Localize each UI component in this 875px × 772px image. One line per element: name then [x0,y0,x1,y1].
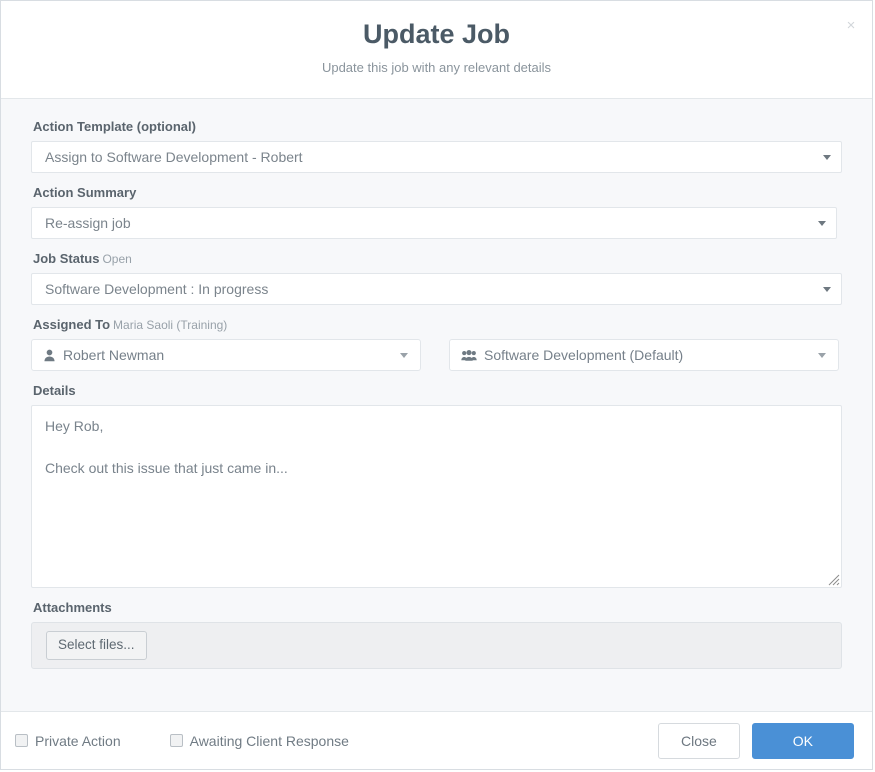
action-summary-label: Action Summary [33,185,137,200]
assigned-team-value: Software Development (Default) [484,347,684,363]
private-action-checkbox[interactable]: Private Action [15,733,121,749]
job-status-value: Software Development : In progress [45,281,269,297]
details-textarea[interactable]: Hey Rob, Check out this issue that just … [31,405,842,588]
job-status-sub-label: Open [102,252,132,266]
footer-checkbox-group: Private Action Awaiting Client Response [15,733,658,749]
attachments-group: Attachments Select files... [31,600,842,669]
users-group-icon [461,349,477,362]
action-template-value: Assign to Software Development - Robert [45,149,303,165]
update-job-dialog: Update Job Update this job with any rele… [0,0,873,770]
action-summary-group: Action Summary Re-assign job [31,185,842,239]
action-summary-value: Re-assign job [45,215,131,231]
page-title: Update Job [362,19,510,49]
job-status-select[interactable]: Software Development : In progress [31,273,842,305]
assigned-to-sub-label: Maria Saoli (Training) [113,318,228,332]
job-status-select-control[interactable]: Software Development : In progress [31,273,842,305]
user-icon [43,349,56,362]
attachments-dropzone[interactable]: Select files... [31,622,842,669]
details-wrapper: Hey Rob, Check out this issue that just … [31,405,842,588]
dialog-header: Update Job Update this job with any rele… [1,1,872,99]
assigned-to-label-text: Assigned To [33,317,111,332]
action-template-group: Action Template (optional) Assign to Sof… [31,119,842,173]
assigned-team-col: Software Development (Default) [449,339,839,371]
awaiting-client-response-checkbox[interactable]: Awaiting Client Response [169,732,349,749]
private-action-label: Private Action [35,732,121,749]
close-button[interactable]: Close [657,722,740,759]
chevron-down-icon [818,353,826,358]
awaiting-client-response-checkbox-box[interactable] [169,734,183,747]
job-status-label-text: Job Status [33,251,100,266]
ok-button[interactable]: OK [751,722,854,759]
action-template-select[interactable]: Assign to Software Development - Robert [31,141,842,173]
assigned-user-col: Robert Newman [31,339,421,371]
action-template-label: Action Template (optional) [33,119,196,134]
assigned-user-value: Robert Newman [63,347,165,363]
dialog-footer: Private Action Awaiting Client Response … [1,711,872,769]
assigned-to-group: Assigned To Maria Saoli (Training) Robert… [31,317,842,371]
action-summary-select-control[interactable]: Re-assign job [31,207,837,239]
chevron-down-icon [400,353,408,358]
awaiting-client-response-label: Awaiting Client Response [189,732,349,749]
job-status-label: Job Status Open [33,251,842,267]
private-action-checkbox-box[interactable] [15,734,28,747]
details-group: Details Hey Rob, Check out this issue th… [31,383,842,588]
select-files-button[interactable]: Select files... [46,631,147,660]
job-status-group: Job Status Open Software Development : In… [31,251,842,305]
dialog-body: Action Template (optional) Assign to Sof… [1,99,872,711]
assigned-to-label: Assigned To Maria Saoli (Training) [33,317,842,333]
close-icon[interactable]: × [838,14,864,38]
footer-button-group: Close OK [657,722,854,759]
assigned-user-dropdown[interactable]: Robert Newman [31,339,421,371]
dialog-subtitle: Update this job with any relevant detail… [321,60,552,75]
details-label: Details [33,383,76,398]
action-summary-select[interactable]: Re-assign job [31,207,837,239]
attachments-label: Attachments [33,600,112,615]
action-template-select-control[interactable]: Assign to Software Development - Robert [31,141,842,173]
assigned-team-dropdown[interactable]: Software Development (Default) [449,339,839,371]
assigned-to-row: Robert Newman Software Development (Defa… [31,339,842,371]
